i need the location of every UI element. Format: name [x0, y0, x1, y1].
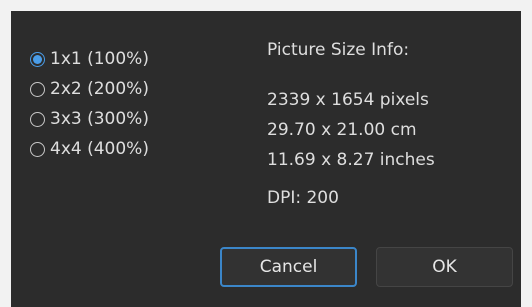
- info-cm: 29.70 x 21.00 cm: [267, 120, 417, 140]
- option-3x3[interactable]: 3x3 (300%): [30, 107, 149, 131]
- radio-checked-icon[interactable]: [30, 51, 45, 67]
- radio-unchecked-icon[interactable]: [30, 141, 45, 157]
- radio-unchecked-icon[interactable]: [30, 111, 45, 127]
- radio-unchecked-icon[interactable]: [30, 81, 45, 97]
- option-label: 2x2 (200%): [50, 79, 149, 99]
- option-label: 4x4 (400%): [50, 139, 149, 159]
- option-label: 1x1 (100%): [50, 49, 149, 69]
- info-inches: 11.69 x 8.27 inches: [267, 150, 435, 170]
- option-1x1[interactable]: 1x1 (100%): [30, 47, 149, 71]
- option-label: 3x3 (300%): [50, 109, 149, 129]
- option-2x2[interactable]: 2x2 (200%): [30, 77, 149, 101]
- option-4x4[interactable]: 4x4 (400%): [30, 137, 149, 161]
- info-pixels: 2339 x 1654 pixels: [267, 90, 429, 110]
- picture-size-dialog: 1x1 (100%) 2x2 (200%) 3x3 (300%) 4x4 (40…: [11, 11, 521, 307]
- info-dpi: DPI: 200: [267, 188, 339, 208]
- info-heading: Picture Size Info:: [267, 40, 410, 60]
- ok-button[interactable]: OK: [376, 247, 513, 287]
- cancel-button[interactable]: Cancel: [220, 247, 357, 287]
